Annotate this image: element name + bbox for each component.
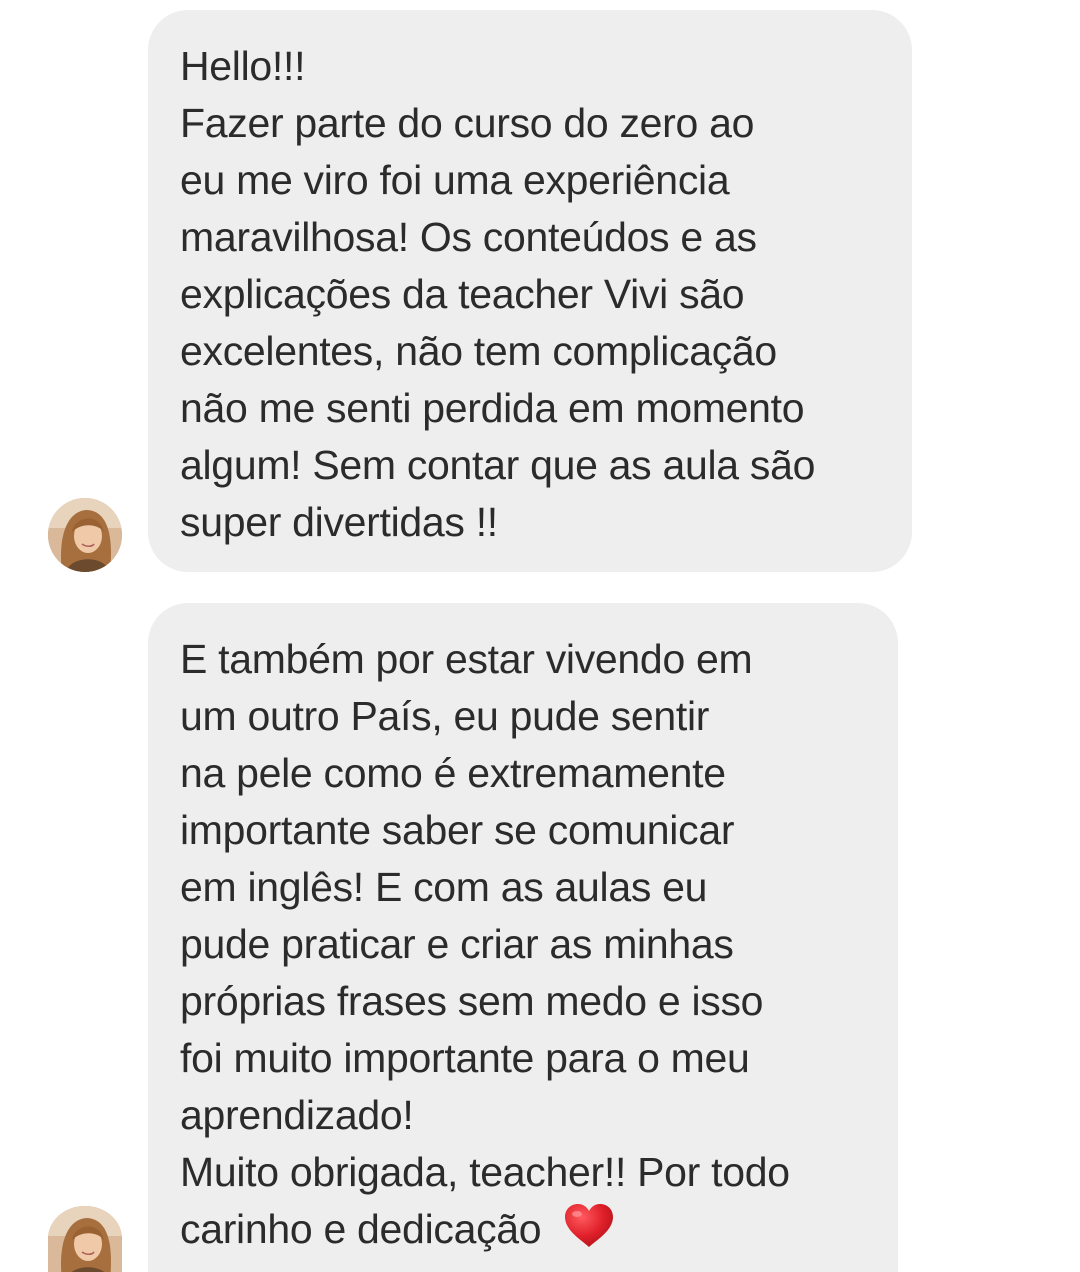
- avatar-photo-icon: [48, 1206, 122, 1272]
- message-text-line: próprias frases sem medo e isso: [180, 978, 764, 1024]
- sender-avatar-2[interactable]: [48, 1206, 122, 1272]
- message-text-fragment: carinho e dedicação: [180, 1206, 542, 1252]
- message-text-line: E também por estar vivendo em: [180, 636, 753, 682]
- message-text-line: foi muito importante para o meu: [180, 1035, 750, 1081]
- message-text-line: pude praticar e criar as minhas: [180, 921, 734, 967]
- message-text-line: em inglês! E com as aulas eu: [180, 864, 708, 910]
- message-text-line: maravilhosa! Os conteúdos e as: [180, 214, 757, 260]
- message-text-line: não me senti perdida em momento: [180, 385, 805, 431]
- message-text-line: super divertidas !!: [180, 499, 498, 545]
- message-text-line: aprendizado!: [180, 1092, 414, 1138]
- message-text-line: Muito obrigada, teacher!! Por todo: [180, 1149, 790, 1195]
- message-text-line: um outro País, eu pude sentir: [180, 693, 710, 739]
- message-text-line: Hello!!!: [180, 43, 306, 89]
- message-text-line: excelentes, não tem complicação: [180, 328, 777, 374]
- message-text-line: explicações da teacher Vivi são: [180, 271, 745, 317]
- sender-avatar-1[interactable]: [48, 498, 122, 572]
- message-bubble-1[interactable]: Hello!!! Fazer parte do curso do zero ao…: [148, 10, 912, 572]
- message-bubble-2[interactable]: E também por estar vivendo em um outro P…: [148, 603, 898, 1272]
- message-text-line-last: carinho e dedicação: [180, 1201, 898, 1258]
- message-text-line: importante saber se comunicar: [180, 807, 735, 853]
- avatar-photo-icon: [48, 498, 122, 572]
- message-text-line: Fazer parte do curso do zero ao: [180, 100, 755, 146]
- red-heart-icon: [563, 1203, 615, 1249]
- message-text-line: eu me viro foi uma experiência: [180, 157, 730, 203]
- message-text-line: algum! Sem contar que as aula são: [180, 442, 816, 488]
- message-text-line: na pele como é extremamente: [180, 750, 726, 796]
